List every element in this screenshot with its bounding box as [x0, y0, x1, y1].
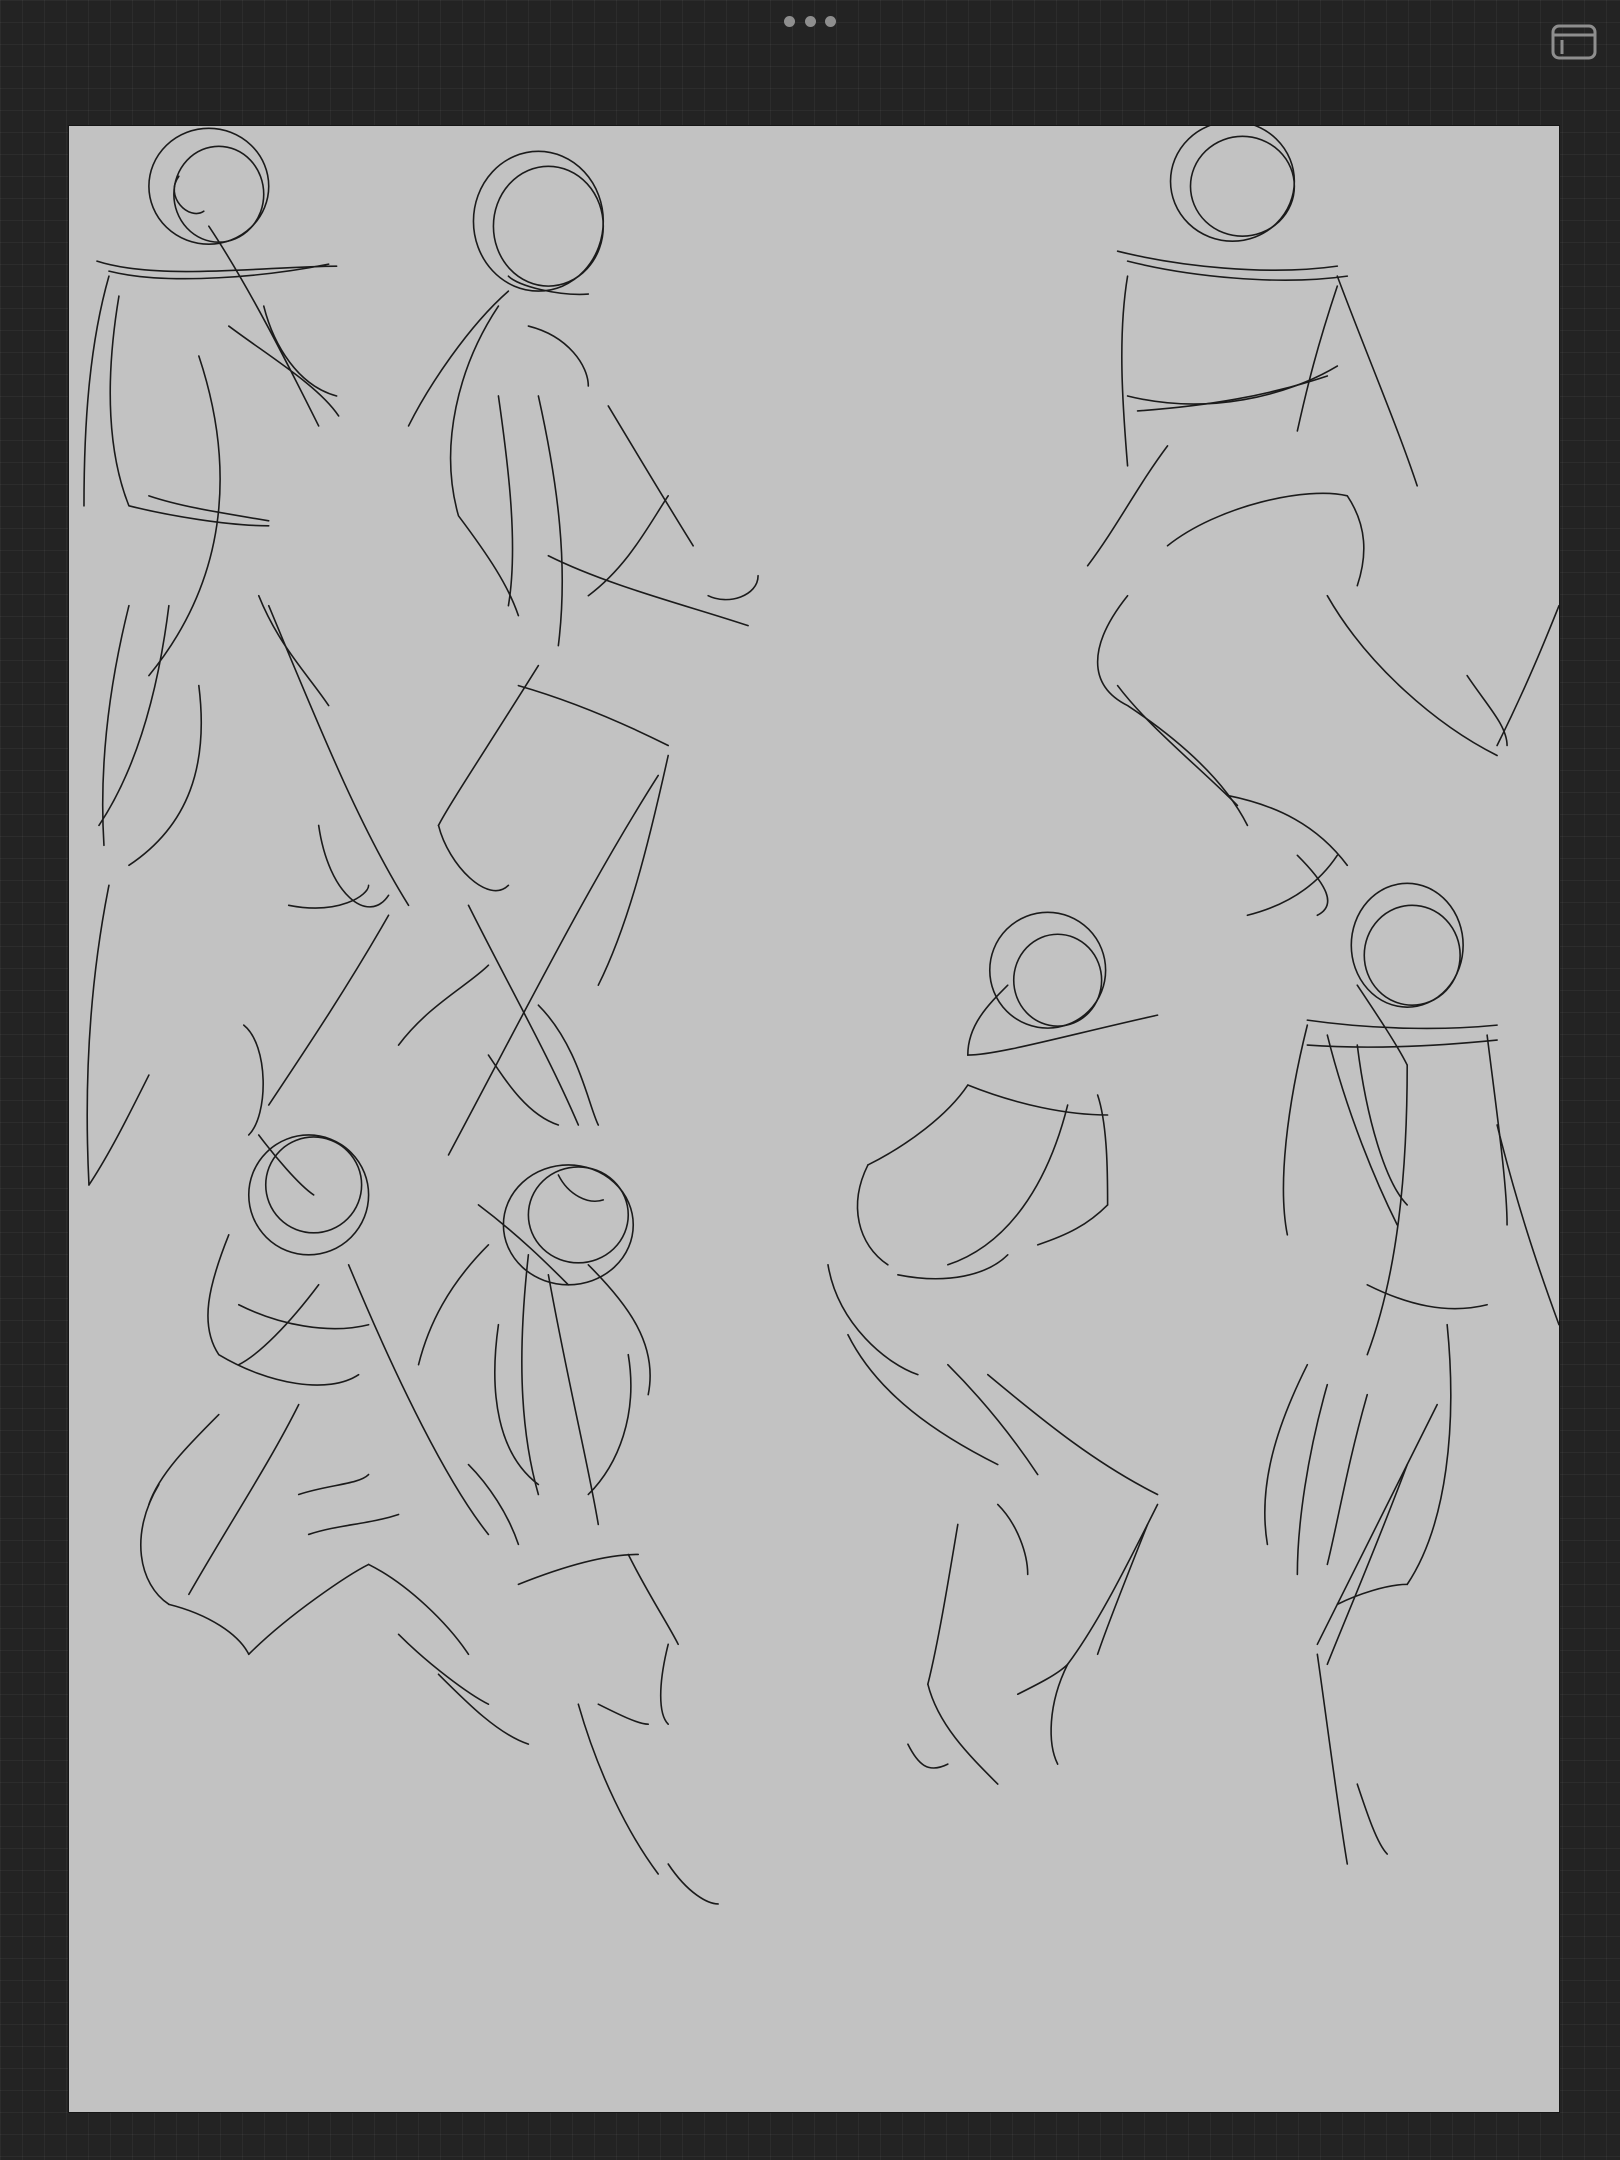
more-menu-button[interactable]	[784, 12, 836, 30]
figure-sketch-2	[397, 150, 759, 1156]
figure-sketch-3	[1086, 126, 1559, 917]
figure-sketch-7	[1264, 882, 1559, 1865]
window-layout-icon	[1551, 24, 1597, 60]
more-dot-icon	[784, 15, 795, 27]
figure-sketch-4	[140, 1134, 530, 1745]
sketch-layer	[83, 126, 1559, 1905]
window-layout-button[interactable]	[1550, 22, 1598, 62]
figure-sketch-1	[83, 127, 410, 1186]
figure-sketch-6	[827, 911, 1159, 1785]
more-dot-icon	[825, 15, 836, 27]
figure-sketch-5	[417, 1164, 719, 1905]
more-dot-icon	[804, 15, 816, 27]
drawing-canvas[interactable]	[68, 125, 1560, 2113]
